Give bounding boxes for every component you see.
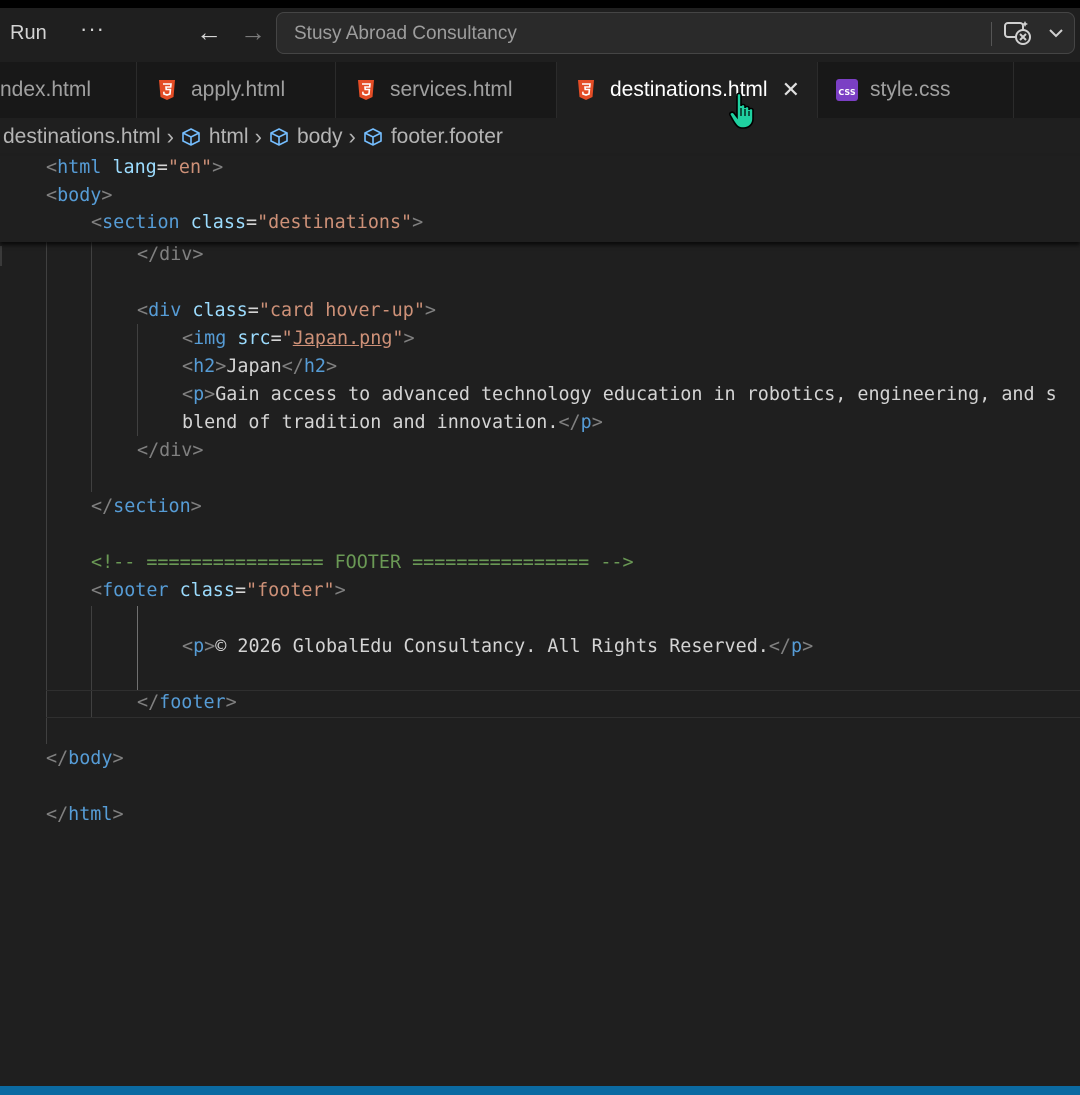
- svg-text:CSS: CSS: [838, 88, 855, 97]
- code-line: </div>: [137, 244, 204, 265]
- html5-icon: [159, 80, 175, 100]
- more-menu-button[interactable]: ···: [80, 16, 105, 42]
- code-line: <html lang="en">: [46, 157, 224, 178]
- breadcrumb-footer[interactable]: footer.footer: [362, 125, 503, 149]
- symbol-cube-icon: [270, 128, 288, 146]
- tab-label: apply.html: [191, 78, 286, 101]
- search-text: Stusy Abroad Consultancy: [294, 23, 517, 44]
- chevron-right-icon: ›: [348, 124, 356, 149]
- html5-icon: [578, 80, 594, 100]
- code-line: <p>© 2026 GlobalEdu Consultancy. All Rig…: [182, 636, 814, 657]
- breadcrumb: destinations.html › html › body › footer…: [0, 118, 1080, 156]
- html5-icon: [358, 80, 374, 100]
- breadcrumb-file[interactable]: destinations.html: [3, 125, 161, 149]
- code-editor[interactable]: <html lang="en"> <body> <section class="…: [0, 156, 1080, 1086]
- breadcrumb-label: footer.footer: [390, 125, 503, 148]
- hand-pointer-icon: [729, 92, 754, 129]
- code-line: <h2>Japan</h2>: [182, 356, 338, 377]
- arrow-left-icon[interactable]: ←: [196, 17, 222, 48]
- status-bar: [0, 1086, 1080, 1095]
- code-line: blend of tradition and innovation.</p>: [182, 412, 603, 433]
- tab-label: style.css: [870, 78, 951, 101]
- code-line: </footer>: [137, 692, 237, 713]
- code-line: </html>: [46, 804, 124, 825]
- code-line: <section class="destinations">: [91, 212, 424, 233]
- tab-destinations-html[interactable]: destinations.html ✕: [557, 62, 818, 118]
- breadcrumb-body[interactable]: body: [268, 125, 343, 149]
- code-line: <div class="card hover-up">: [137, 300, 436, 321]
- copilot-icon[interactable]: [1003, 19, 1033, 47]
- code-line: <p>Gain access to advanced technology ed…: [182, 384, 1057, 405]
- tab-services-html[interactable]: services.html: [336, 62, 557, 118]
- tab-label: ndex.html: [0, 78, 92, 101]
- file-link[interactable]: Japan.png: [293, 328, 393, 349]
- breadcrumb-label: body: [296, 125, 343, 148]
- code-line: <!-- ================ FOOTER ===========…: [91, 552, 634, 573]
- chevron-down-icon[interactable]: [1047, 21, 1065, 45]
- tab-apply-html[interactable]: apply.html: [137, 62, 336, 118]
- code-line: <img src="Japan.png">: [182, 328, 415, 349]
- chevron-right-icon: ›: [254, 124, 262, 149]
- code-line: </div>: [137, 440, 204, 461]
- code-line: </section>: [91, 496, 202, 517]
- command-center-search[interactable]: Stusy Abroad Consultancy: [276, 12, 1075, 54]
- editor-tab-bar: ndex.html apply.html services.html desti…: [0, 62, 1080, 118]
- tab-style-css[interactable]: CSS style.css: [818, 62, 1014, 118]
- arrow-right-icon[interactable]: →: [240, 17, 266, 48]
- breadcrumb-html[interactable]: html: [180, 125, 249, 149]
- code-line: <body>: [46, 185, 113, 206]
- symbol-cube-icon: [364, 128, 382, 146]
- code-line: </body>: [46, 748, 124, 769]
- sticky-scroll-header: <html lang="en"> <body> <section class="…: [0, 156, 1080, 242]
- close-icon[interactable]: ✕: [782, 77, 800, 103]
- breadcrumb-label: html: [208, 125, 249, 148]
- code-line: <footer class="footer">: [91, 580, 346, 601]
- tab-index-html[interactable]: ndex.html: [0, 62, 137, 118]
- tab-label: services.html: [390, 78, 513, 101]
- css-icon: CSS: [836, 79, 858, 101]
- chevron-right-icon: ›: [166, 124, 174, 149]
- window-top-edge: [0, 0, 1080, 8]
- divider: [991, 22, 992, 46]
- symbol-cube-icon: [182, 128, 200, 146]
- title-bar: Run ··· ← → Stusy Abroad Consultancy: [0, 8, 1080, 62]
- menu-run[interactable]: Run: [10, 22, 47, 45]
